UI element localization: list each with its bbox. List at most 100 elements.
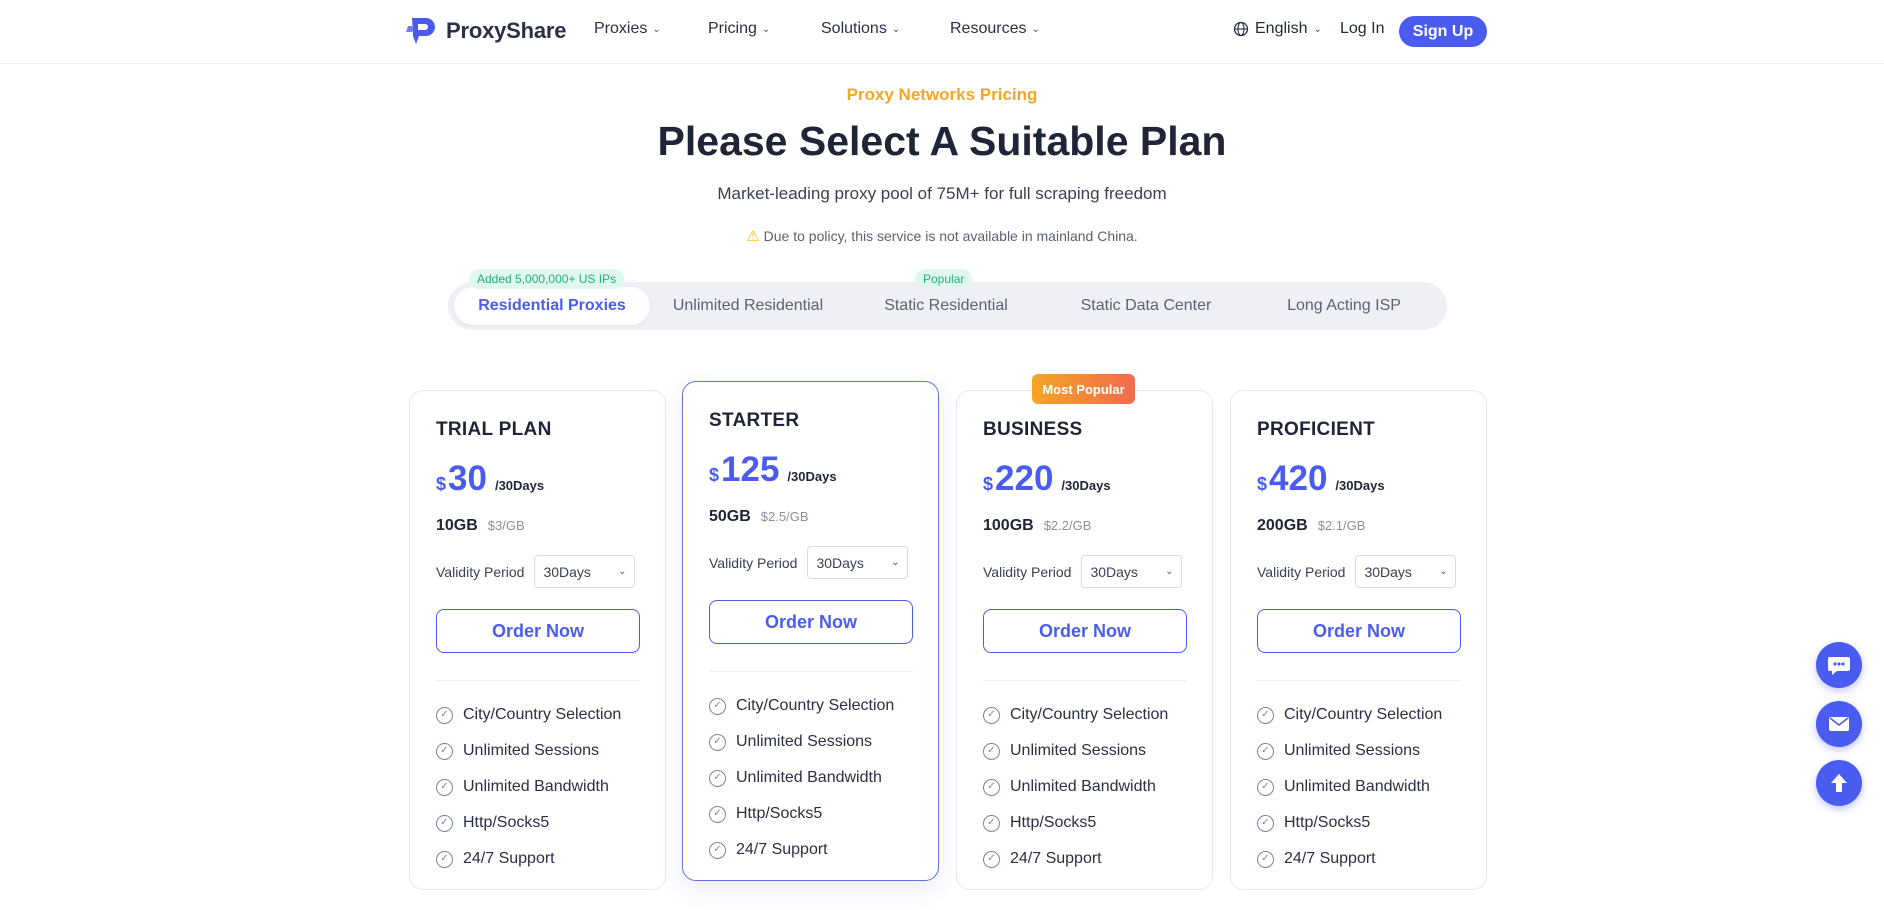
currency-symbol: $ <box>1257 474 1268 494</box>
most-popular-badge: Most Popular <box>1032 374 1135 404</box>
feature-item: ✓ City/Country Selection <box>709 688 894 724</box>
check-circle-icon: ✓ <box>436 742 453 760</box>
check-circle-icon: ✓ <box>709 697 726 715</box>
chevron-down-icon: ⌄ <box>1031 23 1040 35</box>
order-now-button[interactable]: Order Now <box>436 609 640 653</box>
price-amount: 420 <box>1269 459 1328 498</box>
check-circle-icon: ✓ <box>1257 706 1274 724</box>
divider <box>1257 680 1461 681</box>
feature-item: ✓ Unlimited Bandwidth <box>983 769 1168 805</box>
nav-resources[interactable]: Resources ⌄ <box>950 20 1040 38</box>
nav-proxies[interactable]: Proxies ⌄ <box>594 20 661 38</box>
feature-label: Unlimited Sessions <box>1010 742 1147 759</box>
tab-static-residential[interactable]: Static Residential <box>846 287 1046 325</box>
check-circle-icon: ✓ <box>983 706 1000 724</box>
currency-symbol: $ <box>983 474 994 494</box>
chevron-down-icon: ⌄ <box>618 566 627 577</box>
tab-label: Long Acting ISP <box>1287 297 1401 314</box>
tab-label: Residential Proxies <box>478 297 626 314</box>
top-navbar: ProxyShare Proxies ⌄ Pricing ⌄ Solutions… <box>0 0 1884 64</box>
chat-icon <box>1828 657 1850 675</box>
plan-card-starter: STARTER $ 125 /30Days 50GB $2.5/GB Valid… <box>682 381 939 881</box>
feature-label: Unlimited Bandwidth <box>463 778 609 795</box>
plan-name: TRIAL PLAN <box>436 419 552 440</box>
tab-unlimited-residential[interactable]: Unlimited Residential <box>650 287 846 325</box>
validity-select[interactable]: 30Days ⌄ <box>1081 555 1183 588</box>
data-amount: 50GB <box>709 508 751 525</box>
feature-label: City/Country Selection <box>1010 706 1169 723</box>
check-circle-icon: ✓ <box>709 805 726 823</box>
price-amount: 30 <box>448 459 487 498</box>
price-period: /30Days <box>1061 478 1111 493</box>
feature-label: Unlimited Bandwidth <box>1284 778 1430 795</box>
login-link[interactable]: Log In <box>1340 20 1384 38</box>
check-circle-icon: ✓ <box>983 742 1000 760</box>
language-selector[interactable]: English ⌄ <box>1233 20 1322 38</box>
nav-pricing[interactable]: Pricing ⌄ <box>708 20 770 38</box>
scroll-top-button[interactable] <box>1816 760 1862 806</box>
price-per-gb: $3/GB <box>487 518 525 533</box>
validity-row: Validity Period 30Days ⌄ <box>983 555 1183 588</box>
feature-label: Unlimited Bandwidth <box>736 769 882 786</box>
feature-label: 24/7 Support <box>1010 850 1102 867</box>
email-button[interactable] <box>1816 701 1862 747</box>
feature-item: ✓ Unlimited Bandwidth <box>436 769 621 805</box>
feature-label: Unlimited Bandwidth <box>1010 778 1156 795</box>
divider <box>436 680 640 681</box>
plan-name: BUSINESS <box>983 419 1083 440</box>
feature-item: ✓ City/Country Selection <box>1257 697 1442 733</box>
popular-badge: Popular <box>915 269 973 289</box>
feature-label: Http/Socks5 <box>1010 814 1097 831</box>
nav-solutions[interactable]: Solutions ⌄ <box>821 20 900 38</box>
plan-data: 50GB $2.5/GB <box>709 508 809 526</box>
validity-row: Validity Period 30Days ⌄ <box>436 555 636 588</box>
new-ips-badge: Added 5,000,000+ US IPs <box>469 269 625 289</box>
validity-select[interactable]: 30Days ⌄ <box>534 555 636 588</box>
price-period: /30Days <box>494 478 545 493</box>
validity-value: 30Days <box>1090 563 1138 580</box>
check-circle-icon: ✓ <box>983 778 1000 796</box>
price-per-gb: $2.5/GB <box>760 509 809 524</box>
feature-label: City/Country Selection <box>1284 706 1443 723</box>
chat-button[interactable] <box>1816 642 1862 688</box>
chevron-down-icon: ⌄ <box>761 23 771 35</box>
signup-button[interactable]: Sign Up <box>1399 16 1487 47</box>
page-subtitle: Market-leading proxy pool of 75M+ for fu… <box>717 184 1167 203</box>
divider <box>709 671 913 672</box>
check-circle-icon: ✓ <box>1257 742 1274 760</box>
order-now-button[interactable]: Order Now <box>983 609 1187 653</box>
price-period: /30Days <box>1335 478 1385 493</box>
tab-residential-proxies[interactable]: Residential Proxies <box>454 287 650 325</box>
feature-label: Unlimited Sessions <box>736 733 873 750</box>
feature-label: Http/Socks5 <box>736 805 823 822</box>
order-now-button[interactable]: Order Now <box>1257 609 1461 653</box>
data-amount: 10GB <box>436 517 478 534</box>
check-circle-icon: ✓ <box>436 778 453 796</box>
chevron-down-icon: ⌄ <box>652 23 661 35</box>
brand-logo[interactable]: ProxyShare <box>406 16 566 46</box>
chevron-down-icon: ⌄ <box>1313 23 1322 35</box>
feature-item: ✓ Http/Socks5 <box>436 805 621 841</box>
order-now-button[interactable]: Order Now <box>709 600 913 644</box>
check-circle-icon: ✓ <box>709 733 726 751</box>
price-period: /30Days <box>787 469 837 484</box>
chevron-down-icon: ⌄ <box>1439 566 1448 577</box>
validity-label: Validity Period <box>983 563 1072 580</box>
product-tabs: Residential Proxies Unlimited Residentia… <box>448 282 1447 330</box>
feature-label: Unlimited Sessions <box>463 742 600 759</box>
feature-list: ✓ City/Country Selection ✓ Unlimited Ses… <box>1257 697 1442 877</box>
plan-name: PROFICIENT <box>1257 419 1376 440</box>
tab-static-data-center[interactable]: Static Data Center <box>1046 287 1246 325</box>
validity-select[interactable]: 30Days ⌄ <box>807 546 909 579</box>
price-amount: 125 <box>721 450 780 489</box>
chevron-down-icon: ⌄ <box>1165 566 1174 577</box>
tab-long-acting-isp[interactable]: Long Acting ISP <box>1246 287 1442 325</box>
feature-list: ✓ City/Country Selection ✓ Unlimited Ses… <box>709 688 894 868</box>
check-circle-icon: ✓ <box>1257 814 1274 832</box>
plan-price: $ 420 /30Days <box>1257 459 1385 499</box>
feature-label: 24/7 Support <box>1284 850 1376 867</box>
feature-item: ✓ 24/7 Support <box>709 832 894 868</box>
validity-select[interactable]: 30Days ⌄ <box>1355 555 1457 588</box>
feature-item: ✓ City/Country Selection <box>436 697 621 733</box>
feature-list: ✓ City/Country Selection ✓ Unlimited Ses… <box>983 697 1168 877</box>
